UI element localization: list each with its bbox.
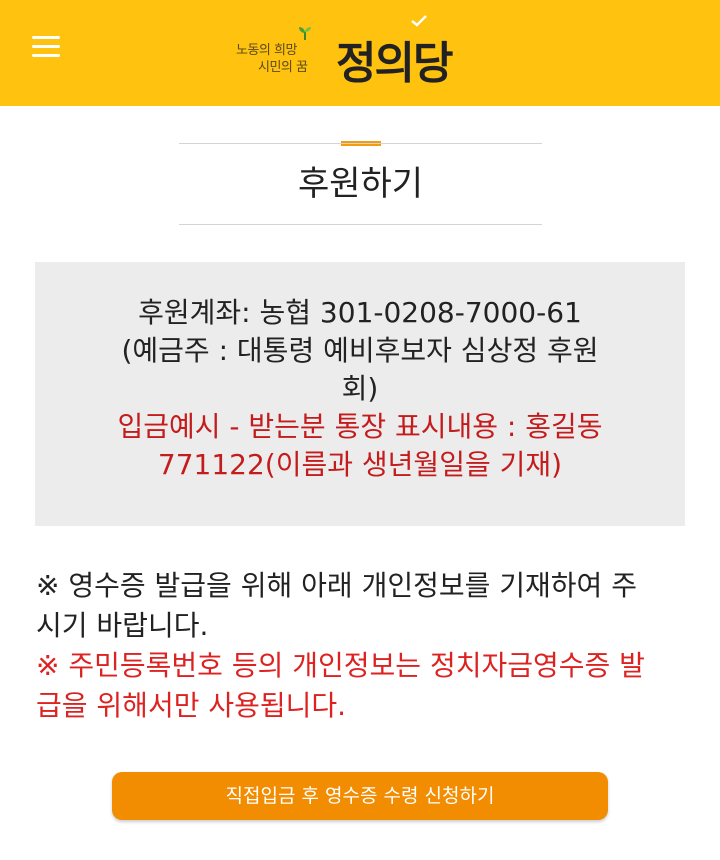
account-holder-line: (예금주 : 대통령 예비후보자 심상정 후원 (121, 334, 599, 367)
receipt-request-button[interactable]: 직접입금 후 영수증 수령 신청하기 (112, 772, 608, 820)
logo-check-icon (411, 15, 427, 27)
hamburger-menu-icon[interactable] (32, 36, 62, 62)
privacy-warning-line: ※ 주민등록번호 등의 개인정보는 정치자금영수증 발 (36, 649, 645, 682)
page-title-container: 후원하기 (179, 143, 542, 225)
account-info-box: 후원계좌: 농협 301-0208-7000-61 (예금주 : 대통령 예비후… (35, 262, 685, 526)
account-line: 후원계좌: 농협 301-0208-7000-61 (138, 296, 582, 329)
logo-name: 정의당 (336, 38, 453, 89)
notice: ※ 영수증 발급을 위해 아래 개인정보를 기재하여 주 시기 바랍니다. ※ … (36, 566, 686, 726)
deposit-example-line-cont: 771122(이름과 생년월일을 기재) (157, 448, 563, 481)
privacy-warning-line-cont: 급을 위해서만 사용됩니다. (36, 689, 347, 722)
deposit-example-line: 입금예시 - 받는분 통장 표시내용 : 홍길동 (117, 410, 603, 443)
logo-slogan-line2: 시민의 꿈 (258, 60, 308, 75)
logo[interactable]: 노동의 희망 시민의 꿈 정의당 (236, 15, 476, 96)
notice-line-cont: 시기 바랍니다. (36, 609, 209, 642)
logo-slogan-line1: 노동의 희망 (236, 43, 297, 58)
notice-line: ※ 영수증 발급을 위해 아래 개인정보를 기재하여 주 (36, 569, 637, 602)
logo-slogan: 노동의 희망 시민의 꿈 (236, 42, 308, 76)
page-title: 후원하기 (297, 164, 424, 204)
sprout-icon (299, 27, 311, 40)
header: 노동의 희망 시민의 꿈 정의당 (0, 0, 720, 106)
account-holder-line-cont: 회) (341, 372, 379, 405)
